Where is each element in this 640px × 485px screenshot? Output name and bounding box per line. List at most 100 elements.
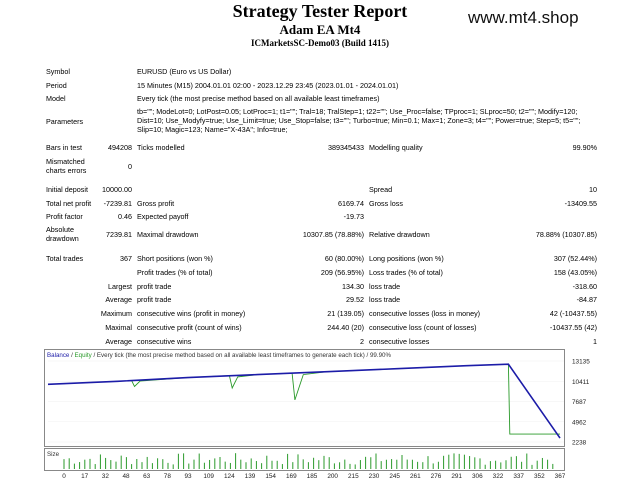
x-tick-label: 276 — [431, 473, 442, 480]
relative-drawdown-label: Relative drawdown — [369, 230, 430, 239]
bars-value: 494208 — [108, 143, 132, 152]
expected-payoff-label: Expected payoff — [137, 212, 189, 221]
x-tick-label: 0 — [62, 473, 66, 480]
average-loss-label: loss trade — [369, 295, 401, 304]
x-tick-label: 17 — [81, 473, 89, 480]
maximal-consecutive-loss-value: -10437.55 (42) — [549, 323, 597, 332]
average-consecutive-label: Average — [105, 337, 132, 346]
x-tick-label: 230 — [369, 473, 380, 480]
x-tick-label: 215 — [348, 473, 359, 480]
y-ticks: 13135 10411 7687 4962 2238 — [572, 359, 590, 447]
size-label: Size — [47, 451, 60, 458]
symbol-label: Symbol — [46, 67, 70, 76]
largest-label: Largest — [108, 282, 132, 291]
x-tick-label: 306 — [472, 473, 483, 480]
x-tick-label: 261 — [410, 473, 421, 480]
profit-factor-value: 0.46 — [118, 212, 132, 221]
gross-loss-label: Gross loss — [369, 199, 403, 208]
x-tick-label: 48 — [122, 473, 130, 480]
largest-loss-label: loss trade — [369, 282, 401, 291]
model-label: Model — [46, 94, 66, 103]
ticks-label: Ticks modelled — [137, 143, 185, 152]
profit-trades-label: Profit trades (% of total) — [137, 268, 213, 277]
x-ticks: 0 17 32 48 63 78 93 109 124 139 154 169 185 200 215 230… — [62, 473, 566, 480]
x-tick-label: 124 — [224, 473, 235, 480]
short-positions-value: 60 (80.00%) — [324, 254, 364, 263]
model-value: Every tick (the most precise method base… — [137, 94, 380, 103]
gross-profit-label: Gross profit — [137, 199, 175, 208]
period-value: 15 Minutes (M15) 2004.01.01 02:00 - 2023… — [137, 81, 399, 90]
total-trades-label: Total trades — [46, 254, 84, 263]
long-positions-label: Long positions (won %) — [369, 254, 444, 263]
avg-consecutive-losses-value: 1 — [593, 337, 597, 346]
chart-title-equity: Equity — [75, 352, 93, 359]
y-tick-label: 10411 — [572, 379, 590, 386]
x-tick-label: 352 — [534, 473, 545, 480]
x-tick-label: 93 — [184, 473, 192, 480]
maximal-consecutive-loss-label: consecutive loss (count of losses) — [369, 323, 477, 332]
gross-loss-value: -13409.55 — [564, 199, 597, 208]
x-tick-label: 185 — [307, 473, 318, 480]
average-profit-value: 29.52 — [346, 295, 364, 304]
symbol-value: EURUSD (Euro vs US Dollar) — [137, 67, 232, 76]
max-consecutive-wins-value: 21 (139.05) — [327, 309, 364, 318]
y-tick-label: 4962 — [572, 419, 587, 426]
spread-value: 10 — [589, 185, 597, 194]
bars-label: Bars in test — [46, 143, 82, 152]
main-plot-frame — [44, 349, 565, 447]
expected-payoff-value: -19.73 — [343, 212, 364, 221]
average-profit-label: profit trade — [137, 295, 172, 304]
ea-name: Adam EA Mt4 — [279, 22, 361, 37]
loss-trades-label: Loss trades (% of total) — [369, 268, 443, 277]
y-tick-label: 7687 — [572, 399, 587, 406]
maximal-label: Maximal — [105, 323, 132, 332]
largest-profit-label: profit trade — [137, 282, 172, 291]
profit-factor-label: Profit factor — [46, 212, 83, 221]
loss-trades-value: 158 (43.05%) — [553, 268, 597, 277]
total-trades-value: 367 — [120, 254, 132, 263]
x-tick-label: 169 — [286, 473, 297, 480]
x-tick-label: 200 — [327, 473, 338, 480]
period-label: Period — [46, 81, 67, 90]
ticks-value: 389345433 — [328, 143, 364, 152]
x-tick-label: 322 — [493, 473, 504, 480]
x-tick-label: 32 — [102, 473, 110, 480]
profit-trades-value: 209 (56.95%) — [320, 268, 364, 277]
max-consecutive-losses-label: consecutive losses (loss in money) — [369, 309, 481, 318]
chart-title-balance: Balance — [47, 352, 70, 359]
quality-label: Modelling quality — [369, 143, 423, 152]
avg-consecutive-wins-label: consecutive wins — [137, 337, 192, 346]
short-positions-label: Short positions (won %) — [137, 254, 213, 263]
chart-title: Balance / Equity / Every tick (the most … — [47, 352, 391, 359]
average-loss-value: -84.87 — [576, 295, 597, 304]
maximal-drawdown-value: 10307.85 (78.88%) — [302, 230, 364, 239]
parameters-label: Parameters — [46, 117, 84, 126]
average-label: Average — [105, 295, 132, 304]
largest-loss-value: -318.60 — [572, 282, 597, 291]
net-profit-value: -7239.81 — [103, 199, 132, 208]
balance-chart-area: Balance / Equity / Every tick (the most … — [44, 349, 600, 480]
size-plot-frame — [44, 448, 565, 471]
x-tick-label: 63 — [143, 473, 151, 480]
x-tick-label: 291 — [451, 473, 462, 480]
maximal-consecutive-profit-value: 244.40 (20) — [327, 323, 364, 332]
chart-title-rest: / Every tick (the most precise method ba… — [92, 352, 392, 359]
relative-drawdown-value: 78.88% (10307.85) — [535, 230, 597, 239]
balance-chart: Balance / Equity / Every tick (the most … — [44, 349, 590, 480]
x-tick-label: 109 — [203, 473, 214, 480]
max-consecutive-losses-value: 42 (-10437.55) — [549, 309, 597, 318]
report-title: Strategy Tester Report — [232, 1, 408, 21]
max-consecutive-wins-label: consecutive wins (profit in money) — [137, 309, 246, 318]
x-tick-label: 154 — [265, 473, 276, 480]
maximum-label: Maximum — [100, 309, 132, 318]
spread-label: Spread — [369, 185, 393, 194]
x-tick-label: 139 — [245, 473, 256, 480]
avg-consecutive-losses-label: consecutive losses — [369, 337, 430, 346]
long-positions-value: 307 (52.44%) — [553, 254, 597, 263]
mismatch-value: 0 — [128, 162, 132, 171]
maximal-consecutive-profit-label: consecutive profit (count of wins) — [137, 323, 242, 332]
x-tick-label: 367 — [555, 473, 566, 480]
parameters-value: tb=""; ModeLot=0; LotPost=0.05; LotProc=… — [137, 107, 581, 134]
avg-consecutive-wins-value: 2 — [360, 337, 364, 346]
largest-profit-value: 134.30 — [342, 282, 364, 291]
